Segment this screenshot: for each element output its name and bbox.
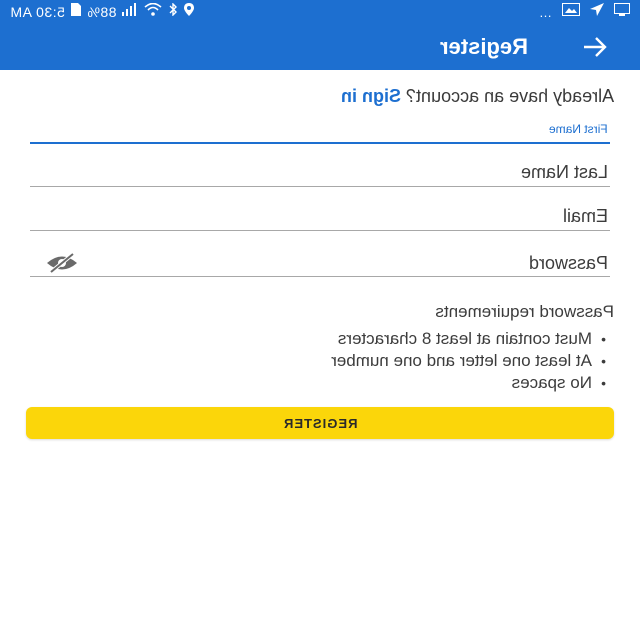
signin-link[interactable]: Sign in — [341, 86, 401, 106]
eye-off-icon — [47, 252, 77, 274]
password-input[interactable] — [90, 250, 574, 274]
requirement-item: At least one letter and one number — [114, 350, 614, 372]
status-left-group: 5:30 AM 88% — [10, 2, 195, 21]
wifi-icon — [144, 2, 162, 21]
location-icon — [184, 3, 195, 21]
email-field[interactable]: Email — [30, 202, 610, 231]
password-visibility-toggle[interactable] — [44, 252, 80, 276]
page-title: Register — [439, 34, 528, 59]
first-name-field[interactable]: First Name — [30, 116, 610, 144]
requirements-list: Must contain at least 8 characters At le… — [114, 328, 614, 394]
send-notification-icon — [590, 3, 604, 21]
signin-prompt-text: Already have an account? — [405, 86, 614, 106]
email-input[interactable] — [30, 204, 574, 228]
arrow-back-icon — [584, 37, 607, 57]
screen-notification-icon — [614, 3, 630, 21]
last-name-input[interactable] — [30, 160, 574, 184]
gallery-notification-icon — [562, 3, 580, 21]
requirements-title: Password requirements — [435, 302, 614, 321]
signal-strength-icon — [122, 3, 138, 21]
register-button-label: REGISTER — [282, 415, 358, 431]
last-name-field[interactable]: Last Name — [30, 158, 610, 187]
first-name-input[interactable] — [30, 116, 574, 140]
status-right-group: … — [539, 3, 630, 21]
signin-prompt: Already have an account? Sign in — [341, 86, 614, 107]
more-notifications-icon: … — [539, 4, 552, 20]
requirement-item: Must contain at least 8 characters — [114, 328, 614, 350]
requirement-item: No spaces — [114, 372, 614, 394]
password-field[interactable]: Password — [30, 248, 610, 277]
sim-card-icon — [70, 3, 81, 21]
register-button[interactable]: REGISTER — [26, 407, 614, 439]
battery-percent: 88% — [86, 4, 117, 20]
status-time: 5:30 AM — [10, 4, 65, 20]
password-requirements: Password requirements Must contain at le… — [114, 302, 614, 394]
register-screen: 5:30 AM 88% … Register Already have an a… — [0, 0, 640, 640]
status-bar: 5:30 AM 88% … — [0, 0, 640, 24]
back-button[interactable] — [580, 32, 610, 62]
bluetooth-icon — [168, 2, 178, 21]
app-bar: Register — [0, 24, 640, 70]
